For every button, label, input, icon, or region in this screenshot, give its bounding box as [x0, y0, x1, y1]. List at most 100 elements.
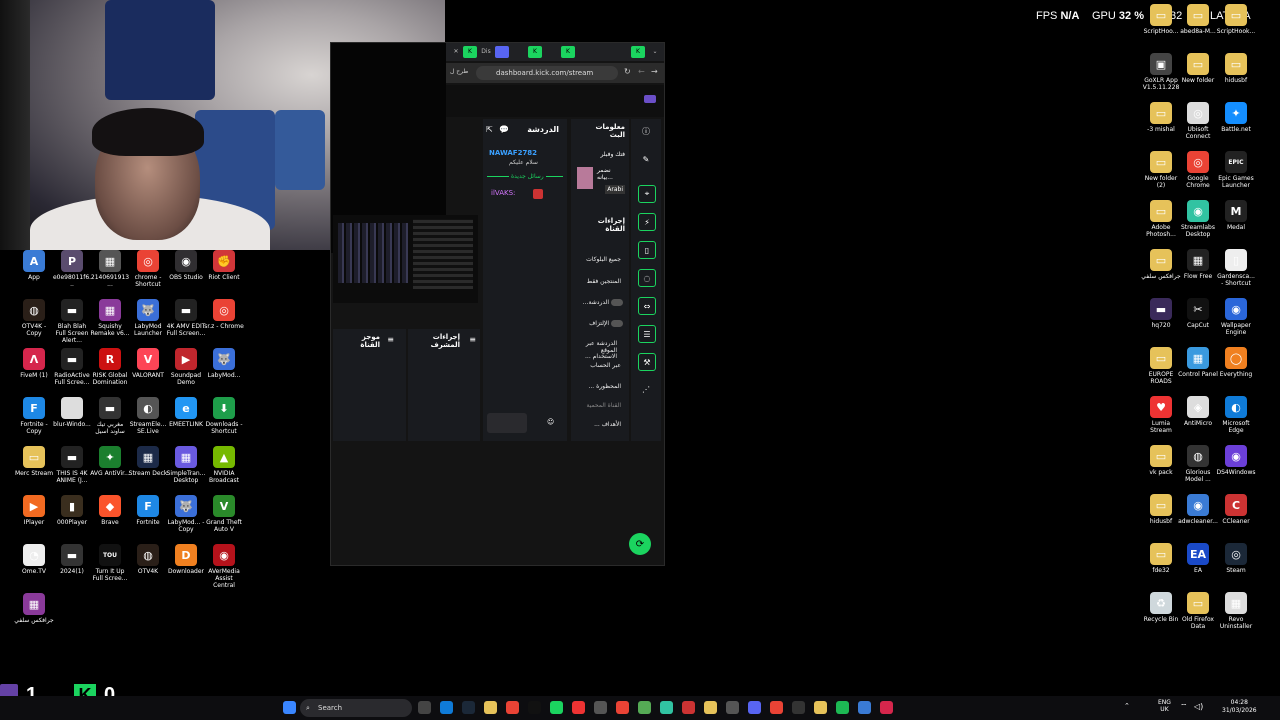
desktop-icon[interactable]: ◔ Ome.TV	[14, 544, 54, 575]
desktop-icon[interactable]: ▭ New folder (2)	[1141, 151, 1181, 189]
desktop-icon[interactable]: ▬ Blah Blah Full Screen Alert...	[52, 299, 92, 344]
desktop-icon[interactable]: ◐ Microsoft Edge	[1216, 396, 1256, 434]
back-icon[interactable]: ←	[638, 67, 645, 76]
desktop-icon[interactable]: ▭ ScriptHoo...	[1141, 4, 1181, 35]
desktop-icon[interactable]: 🐺 LabyMod Launcher	[128, 299, 168, 337]
info-icon[interactable]: ⓘ	[638, 123, 654, 139]
desktop-icon[interactable]: ▭ abed8a-M...	[1178, 4, 1218, 35]
desktop-icon[interactable]: ▦ Stream Deck	[128, 446, 168, 477]
desktop-icon[interactable]: F Fortnite - Copy	[14, 397, 54, 435]
desktop-icon[interactable]: ♥ Lumia Stream	[1141, 396, 1181, 434]
taskbar-app-icon[interactable]	[638, 701, 651, 714]
desktop-icon[interactable]: ✦ AVG AntiVir...	[90, 446, 130, 477]
menu-item-6[interactable]: عبر الحساب	[590, 362, 621, 369]
desktop-icon[interactable]: ▭ Merc Stream	[14, 446, 54, 477]
desktop-icon[interactable]: ▭ fde32	[1141, 543, 1181, 574]
emoji-icon[interactable]: ☺	[547, 418, 554, 426]
avatar[interactable]	[644, 95, 656, 103]
desktop-icon[interactable]: ✊ Riot Client	[204, 250, 244, 281]
tab-discord[interactable]	[495, 46, 509, 58]
lightning-icon[interactable]: ⚡	[638, 213, 656, 231]
taskbar-app-icon[interactable]	[462, 701, 475, 714]
desktop-icon[interactable]: ◉ AVerMedia Assist Central	[204, 544, 244, 589]
desktop-icon[interactable]: ▬ THIS IS 4K ANIME (J...	[52, 446, 92, 484]
desktop-icon[interactable]: ▭ ScriptHook...	[1216, 4, 1256, 35]
chat-icon[interactable]: ◌	[638, 269, 656, 287]
follow-toggle[interactable]	[611, 320, 623, 327]
desktop-icon[interactable]: ▣ GoXLR App V1.5.11.228	[1141, 53, 1181, 91]
desktop-icon[interactable]: A App	[14, 250, 54, 281]
taskbar-app-icon[interactable]	[814, 701, 827, 714]
desktop-icon[interactable]: ▦ Control Panel	[1178, 347, 1218, 378]
desktop-icon[interactable]: ▭ -3 mishal	[1141, 102, 1181, 133]
desktop-icon[interactable]: ▶ IPlayer	[14, 495, 54, 526]
desktop-icon[interactable]: ▭ Old Firefox Data	[1178, 592, 1218, 630]
desktop-icon[interactable]: ▯ Gardensca... - Shortcut	[1216, 249, 1256, 287]
taskbar-app-icon[interactable]	[880, 701, 893, 714]
volume-icon[interactable]: ◁)	[1194, 702, 1203, 711]
edit-icon[interactable]: ✎	[638, 151, 654, 167]
desktop-icon[interactable]: ▭ vk pack	[1141, 445, 1181, 476]
taskbar-app-icon[interactable]	[770, 701, 783, 714]
desktop-icon[interactable]: V Grand Theft Auto V	[204, 495, 244, 533]
desktop-icon[interactable]: ◉ adwcleaner...	[1178, 494, 1218, 525]
desktop-icon[interactable]: ▭ New folder	[1178, 53, 1218, 84]
dumbbell-icon[interactable]: ⇔	[638, 297, 656, 315]
menu-item-7[interactable]: ... المحظورة	[588, 383, 621, 390]
taskbar-app-icon[interactable]	[748, 701, 761, 714]
desktop-icon[interactable]: ▬ 2024(1)	[52, 544, 92, 575]
desktop-icon[interactable]: C CCleaner	[1216, 494, 1256, 525]
support-button[interactable]: ⟳	[629, 533, 651, 555]
taskbar-app-icon[interactable]	[484, 701, 497, 714]
menu-icon-2[interactable]: ≡	[387, 335, 394, 344]
desktop-icon[interactable]: ◎ sr.z - Chrome	[204, 299, 244, 330]
desktop-icon[interactable]: ◎ Google Chrome	[1178, 151, 1218, 189]
desktop-icon[interactable]: 🐺 LabyMod... - Copy	[166, 495, 206, 533]
chat-input[interactable]	[487, 413, 527, 433]
taskbar-app-icon[interactable]	[418, 701, 431, 714]
tab-dis[interactable]: Dis	[479, 46, 493, 58]
chat-toggle[interactable]	[611, 299, 623, 306]
desktop-icon[interactable]: EA EA	[1178, 543, 1218, 574]
language-badge[interactable]: Arabi	[605, 185, 625, 194]
taskbar-app-icon[interactable]	[792, 701, 805, 714]
desktop-icon[interactable]: ▦ جرافكس سلفي	[14, 593, 54, 624]
desktop-icon[interactable]: ◎ Steam	[1216, 543, 1256, 574]
start-icon[interactable]	[283, 701, 296, 714]
desktop-icon[interactable]: ⬇ Downloads - Shortcut	[204, 397, 244, 435]
taskbar-app-icon[interactable]	[660, 701, 673, 714]
desktop-icon[interactable]: Λ FiveM (1)	[14, 348, 54, 379]
tab-kick-2[interactable]: K	[528, 46, 542, 58]
desktop-icon[interactable]: ▦ Squishy Remake v6...	[90, 299, 130, 337]
taskbar-app-icon[interactable]	[858, 701, 871, 714]
desktop-icon[interactable]: ◍ Glorious Model ...	[1178, 445, 1218, 483]
taskbar-app-icon[interactable]	[616, 701, 629, 714]
taskbar-app-icon[interactable]	[682, 701, 695, 714]
desktop-icon[interactable]: ▬ مغربي تيك ساوند اسيل	[90, 397, 130, 435]
taskbar-app-icon[interactable]	[726, 701, 739, 714]
desktop-icon[interactable]: ◆ Brave	[90, 495, 130, 526]
desktop-icon[interactable]: M Medal	[1216, 200, 1256, 231]
wifi-icon[interactable]: ⌔	[1180, 702, 1188, 712]
chat-user[interactable]: NAWAF2782	[489, 149, 537, 157]
desktop-icon[interactable]: ◈ AntiMicro	[1178, 396, 1218, 427]
taskbar-app-icon[interactable]	[550, 701, 563, 714]
desktop-icon[interactable]: ◉ OBS Studio	[166, 250, 206, 281]
desktop-icon[interactable]: TOU Turn It Up Full Scree...	[90, 544, 130, 582]
taskbar-app-icon[interactable]	[440, 701, 453, 714]
target-icon[interactable]: ⌖	[638, 185, 656, 203]
share-icon[interactable]: ⋰	[638, 381, 654, 397]
close-icon[interactable]: ✕	[449, 46, 463, 58]
chat-user-2[interactable]: ilVAKS:	[491, 189, 515, 197]
taskbar-app-icon[interactable]	[528, 701, 541, 714]
desktop-icon[interactable]: ▦ 2140691913...	[90, 250, 130, 288]
desktop-icon[interactable]: ◯ Everything	[1216, 347, 1256, 378]
desktop-icon[interactable]: ◎ chrome - Shortcut	[128, 250, 168, 288]
desktop-icon[interactable]: ♻ Recycle Bin	[1141, 592, 1181, 623]
desktop-icon[interactable]: D Downloader	[166, 544, 206, 575]
desktop-icon[interactable]: ▭ EUROPE ROADS	[1141, 347, 1181, 385]
desktop-icon[interactable]: ◎ Ubisoft Connect	[1178, 102, 1218, 140]
desktop-icon[interactable]: 🐺 LabyMod...	[204, 348, 244, 379]
menu-item-4[interactable]: الدردشة عبر الموقع	[577, 340, 617, 354]
desktop-icon[interactable]: ▬ hq720	[1141, 298, 1181, 329]
